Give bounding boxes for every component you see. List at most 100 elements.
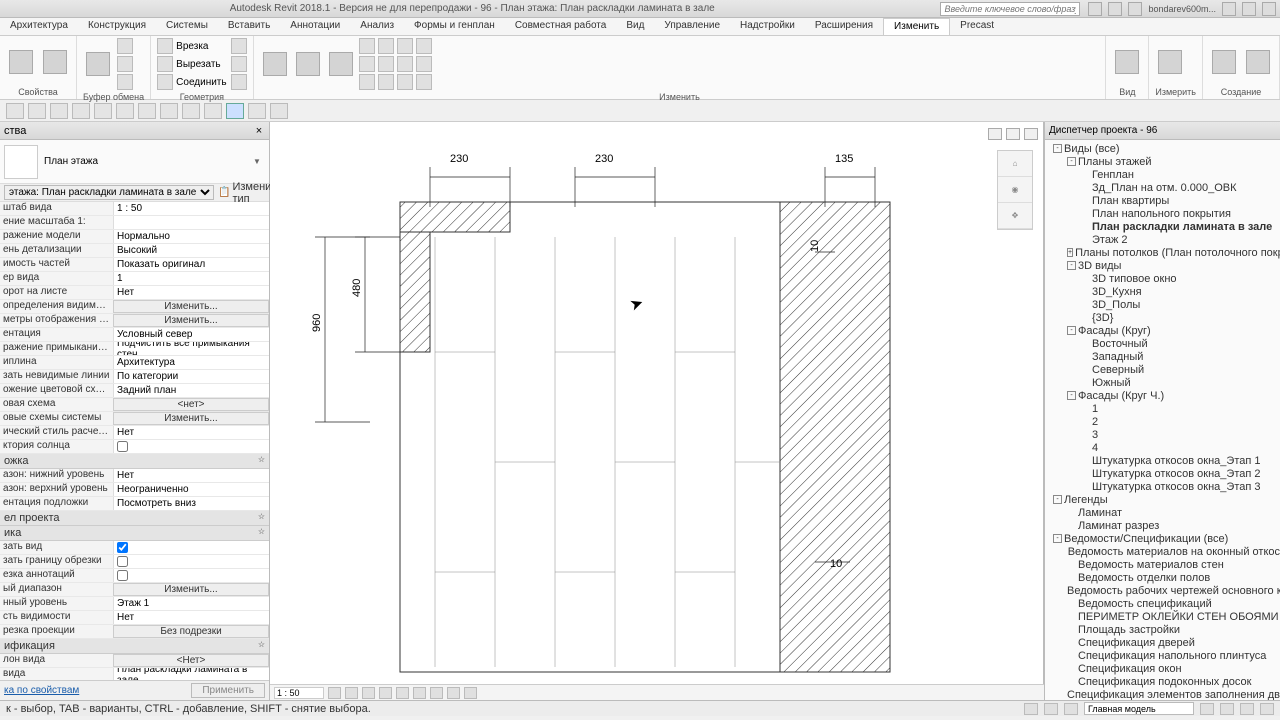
- mod-d3[interactable]: [416, 74, 432, 90]
- prop-value[interactable]: [113, 216, 269, 229]
- view-min-icon[interactable]: [988, 128, 1002, 140]
- ribbon-tab-12[interactable]: Изменить: [883, 18, 950, 35]
- view-button[interactable]: [1112, 42, 1142, 82]
- tree-node[interactable]: -Виды (все): [1045, 142, 1280, 155]
- ribbon-tab-11[interactable]: Расширения: [805, 18, 883, 35]
- minimize-icon[interactable]: [1262, 2, 1276, 16]
- prop-value[interactable]: Задний план: [113, 384, 269, 397]
- geom-icon-2[interactable]: [231, 56, 247, 72]
- prop-value[interactable]: Показать оригинал: [113, 258, 269, 271]
- tree-node[interactable]: Ведомость отделки полов: [1045, 571, 1280, 584]
- ribbon-tab-9[interactable]: Управление: [654, 18, 730, 35]
- prop-category[interactable]: ожка☆: [0, 454, 269, 469]
- prop-value-button[interactable]: Изменить...: [113, 300, 269, 313]
- properties-button[interactable]: [40, 42, 70, 82]
- tree-node[interactable]: Зд_План на отм. 0.000_ОВК: [1045, 181, 1280, 194]
- prop-value-button[interactable]: Изменить...: [113, 583, 269, 596]
- prop-value[interactable]: Подчистить все примыкания стен: [113, 342, 269, 355]
- prop-value[interactable]: [113, 541, 269, 554]
- rotate-button[interactable]: [326, 44, 356, 84]
- nav-pan-icon[interactable]: ✥: [998, 203, 1032, 229]
- tree-node[interactable]: Спецификация элементов заполнения дверны…: [1045, 688, 1280, 700]
- prop-value[interactable]: Нет: [113, 611, 269, 624]
- sun-path-icon[interactable]: [362, 687, 375, 699]
- tree-node[interactable]: План раскладки ламината в зале: [1045, 220, 1280, 233]
- chevron-down-icon[interactable]: ▼: [253, 157, 265, 166]
- visual-style-icon[interactable]: [345, 687, 358, 699]
- ribbon-tab-5[interactable]: Анализ: [350, 18, 404, 35]
- prop-value-button[interactable]: Изменить...: [113, 314, 269, 327]
- tree-node[interactable]: Ламинат: [1045, 506, 1280, 519]
- mod-a1[interactable]: [359, 38, 375, 54]
- help-search-input[interactable]: [940, 2, 1080, 16]
- username-label[interactable]: bondarev600m...: [1148, 4, 1216, 14]
- ribbon-tab-1[interactable]: Конструкция: [78, 18, 156, 35]
- tree-node[interactable]: {3D}: [1045, 311, 1280, 324]
- prop-value[interactable]: Условный север: [113, 328, 269, 341]
- crop-icon[interactable]: [396, 687, 409, 699]
- prop-value[interactable]: По категории: [113, 370, 269, 383]
- tree-node[interactable]: +Планы потолков (План потолочного покрыт…: [1045, 246, 1280, 259]
- main-model-select[interactable]: [1084, 702, 1194, 715]
- star-icon[interactable]: [1108, 2, 1122, 16]
- mod-c1[interactable]: [397, 38, 413, 54]
- ribbon-tab-7[interactable]: Совместная работа: [505, 18, 617, 35]
- tree-node[interactable]: Ведомость спецификаций: [1045, 597, 1280, 610]
- scale-display[interactable]: 1 : 50: [274, 687, 324, 699]
- tree-node[interactable]: Ведомость материалов на оконный откос: [1045, 545, 1280, 558]
- mod-d1[interactable]: [416, 38, 432, 54]
- ribbon-tab-3[interactable]: Вставить: [218, 18, 280, 35]
- sb-icon-1[interactable]: [1024, 703, 1038, 715]
- crop-region-icon[interactable]: [413, 687, 426, 699]
- prop-value-button[interactable]: <Нет>: [113, 654, 269, 667]
- tree-node[interactable]: Штукатурка откосов окна_Этап 3: [1045, 480, 1280, 493]
- sb-icon-5[interactable]: [1220, 703, 1234, 715]
- prop-value[interactable]: Архитектура: [113, 356, 269, 369]
- tree-node[interactable]: Этаж 2: [1045, 233, 1280, 246]
- tree-node[interactable]: 3D_Полы: [1045, 298, 1280, 311]
- ribbon-tab-13[interactable]: Precast: [950, 18, 1004, 35]
- tree-node[interactable]: Штукатурка откосов окна_Этап 2: [1045, 467, 1280, 480]
- prop-value[interactable]: [113, 569, 269, 582]
- prop-value[interactable]: Нормально: [113, 230, 269, 243]
- opt-6[interactable]: [116, 103, 134, 119]
- navigation-bar[interactable]: ⌂ ◉ ✥: [997, 150, 1033, 230]
- prop-checkbox[interactable]: [117, 441, 128, 452]
- apply-button[interactable]: Применить: [191, 683, 265, 698]
- prop-category[interactable]: ификация☆: [0, 639, 269, 654]
- sb-icon-3[interactable]: [1064, 703, 1078, 715]
- tree-node[interactable]: -Планы этажей: [1045, 155, 1280, 168]
- create-button-2[interactable]: [1243, 42, 1273, 82]
- tree-node[interactable]: Ведомость рабочих чертежей основного ком…: [1045, 584, 1280, 597]
- prop-value[interactable]: Нет: [113, 286, 269, 299]
- prop-value[interactable]: Нет: [113, 426, 269, 439]
- paste-button[interactable]: [83, 44, 113, 84]
- tree-node[interactable]: Ведомость материалов стен: [1045, 558, 1280, 571]
- tree-node[interactable]: Ламинат разрез: [1045, 519, 1280, 532]
- prop-value[interactable]: Посмотреть вниз: [113, 497, 269, 510]
- match-icon[interactable]: [117, 74, 133, 90]
- tree-node[interactable]: Генплан: [1045, 168, 1280, 181]
- worksharing-icon[interactable]: [464, 687, 477, 699]
- tree-node[interactable]: ПЕРИМЕТР ОКЛЕЙКИ СТЕН ОБОЯМИ: [1045, 610, 1280, 623]
- ribbon-tab-6[interactable]: Формы и генплан: [404, 18, 505, 35]
- type-selector[interactable]: План этажа ▼: [0, 140, 269, 184]
- opt-1[interactable]: [6, 103, 24, 119]
- tree-node[interactable]: -Ведомости/Спецификации (все): [1045, 532, 1280, 545]
- tree-node[interactable]: -Легенды: [1045, 493, 1280, 506]
- cope-icon[interactable]: [157, 38, 173, 54]
- opt-2[interactable]: [28, 103, 46, 119]
- prop-value-button[interactable]: Изменить...: [113, 412, 269, 425]
- properties-help-link[interactable]: ка по свойствам: [4, 685, 79, 696]
- prop-value[interactable]: [113, 440, 269, 453]
- ribbon-tab-4[interactable]: Аннотации: [280, 18, 350, 35]
- tree-node[interactable]: 3D_Кухня: [1045, 285, 1280, 298]
- ribbon-tab-8[interactable]: Вид: [616, 18, 654, 35]
- prop-value[interactable]: План раскладки ламината в зале: [113, 668, 269, 680]
- geom-icon-3[interactable]: [231, 74, 247, 90]
- tree-toggle-icon[interactable]: -: [1053, 495, 1062, 504]
- opt-7[interactable]: [138, 103, 156, 119]
- tree-node[interactable]: -3D виды: [1045, 259, 1280, 272]
- prop-checkbox[interactable]: [117, 542, 128, 553]
- view-close-icon[interactable]: [1024, 128, 1038, 140]
